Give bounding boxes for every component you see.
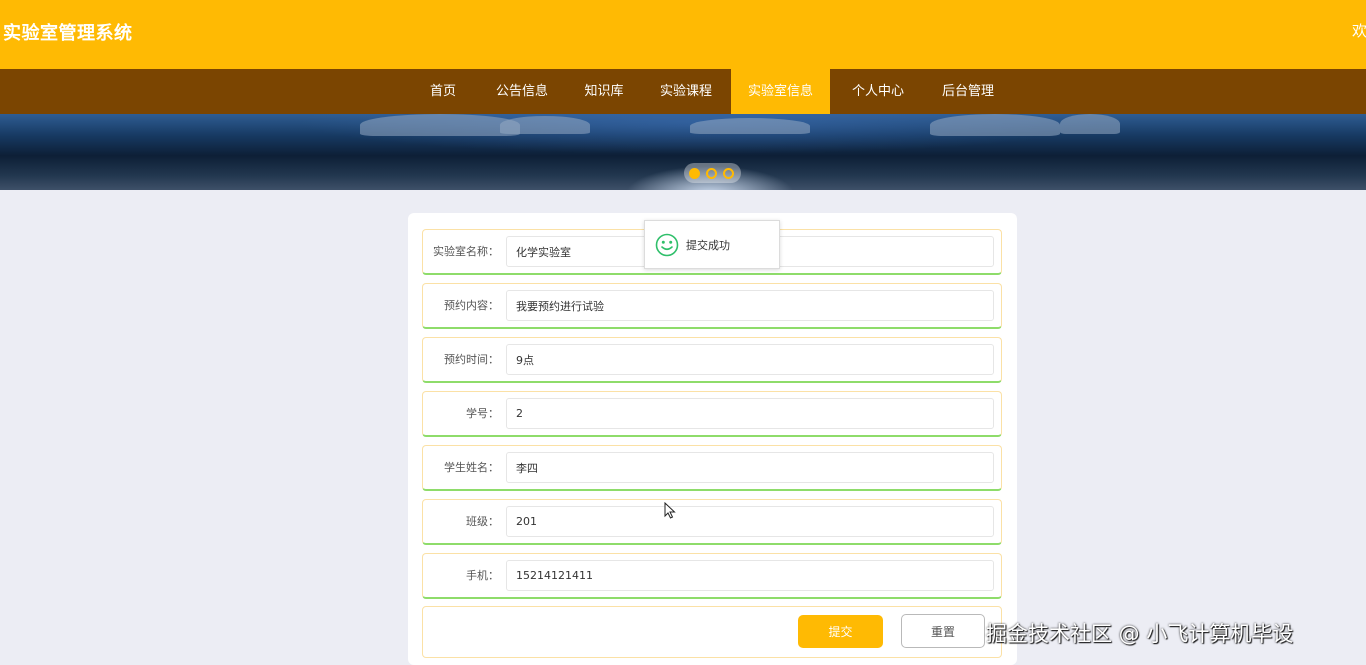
banner-rock <box>1060 114 1120 134</box>
student-name-input[interactable] <box>506 452 994 483</box>
top-header: 实验室管理系统 欢 <box>0 0 1366 69</box>
site-title: 实验室管理系统 <box>3 23 133 44</box>
field-label: 预约内容： <box>444 299 499 312</box>
nav-item-admin[interactable]: 后台管理 <box>935 69 1001 114</box>
phone-input[interactable] <box>506 560 994 591</box>
form-row-class: 班级： <box>422 499 1002 545</box>
nav-item-announcements[interactable]: 公告信息 <box>489 69 555 114</box>
carousel-dot[interactable] <box>723 168 734 179</box>
smile-icon <box>655 233 679 257</box>
field-label: 学号： <box>466 407 499 420</box>
field-label: 实验室名称： <box>433 245 499 258</box>
form-row-booking-content: 预约内容： <box>422 283 1002 329</box>
form-row-booking-time: 预约时间： <box>422 337 1002 383</box>
field-label: 预约时间： <box>444 353 499 366</box>
banner-carousel <box>0 114 1366 190</box>
nav-item-knowledge-base[interactable]: 知识库 <box>577 69 631 114</box>
booking-content-input[interactable] <box>506 290 994 321</box>
carousel-dot[interactable] <box>689 168 700 179</box>
carousel-indicators <box>684 163 741 183</box>
banner-rock <box>500 116 590 134</box>
student-id-input[interactable] <box>506 398 994 429</box>
field-label: 班级： <box>466 515 499 528</box>
field-label: 学生姓名： <box>444 461 499 474</box>
class-input[interactable] <box>506 506 994 537</box>
nav-item-profile[interactable]: 个人中心 <box>845 69 911 114</box>
form-row-student-name: 学生姓名： <box>422 445 1002 491</box>
reset-button[interactable]: 重置 <box>901 614 985 648</box>
main-nav: 首页 公告信息 知识库 实验课程 实验室信息 个人中心 后台管理 <box>0 69 1366 114</box>
mouse-cursor-icon <box>664 502 676 519</box>
success-toast: 提交成功 <box>644 220 780 269</box>
form-row-phone: 手机： <box>422 553 1002 599</box>
banner-rock <box>360 114 520 136</box>
welcome-text: 欢 <box>1352 22 1366 40</box>
nav-item-courses[interactable]: 实验课程 <box>653 69 719 114</box>
banner-rock <box>930 114 1060 136</box>
carousel-dot[interactable] <box>706 168 717 179</box>
field-label: 手机： <box>466 569 499 582</box>
watermark-text: 掘金技术社区 @ 小飞计算机毕设 <box>986 622 1294 646</box>
toast-message: 提交成功 <box>686 239 730 252</box>
nav-item-lab-info[interactable]: 实验室信息 <box>731 69 830 114</box>
submit-button[interactable]: 提交 <box>798 615 883 648</box>
nav-item-home[interactable]: 首页 <box>419 69 467 114</box>
booking-time-input[interactable] <box>506 344 994 375</box>
banner-rock <box>690 118 810 134</box>
form-row-student-id: 学号： <box>422 391 1002 437</box>
